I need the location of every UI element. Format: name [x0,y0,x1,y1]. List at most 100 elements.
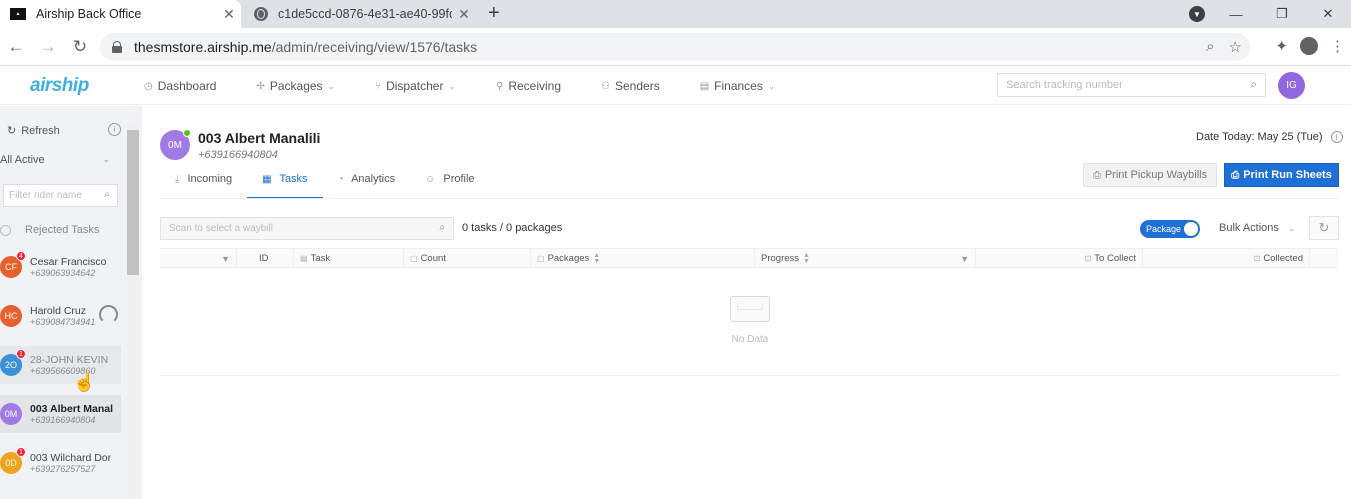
col-label: To Collect [1094,253,1136,264]
col-count[interactable]: ▢ Count [404,249,531,268]
minimize-icon[interactable]: — [1213,7,1259,22]
omnibox-actions: ⌕ ☆ [1206,38,1242,56]
rider-item[interactable]: 2O 1 28-JOHN KEVIN +639566609860 [0,346,121,384]
extensions-icon[interactable]: ✦ [1275,37,1288,55]
notification-badge: 1 [16,447,26,457]
info-icon[interactable]: i [108,123,121,136]
col-packages[interactable]: ▢ Packages ▲ ▼ [531,249,755,268]
filter-icon[interactable]: ▼ [221,254,230,264]
dashboard-icon: ◷ [144,80,153,92]
nav-dashboard[interactable]: ◷ Dashboard [144,79,216,93]
reload-table-button[interactable]: ↻ [1309,216,1339,240]
sort-icon[interactable]: ▲ ▼ [803,252,810,265]
rider-info: Harold Cruz +639084734941 [30,305,95,327]
tab-title: Airship Back Office [36,7,142,21]
new-tab-button[interactable]: + [488,2,500,25]
rider-item[interactable]: CF 4 Cesar Francisco +639063934642 [0,248,121,286]
col-to-collect[interactable]: ⊡ To Collect [976,249,1143,268]
notification-badge: 4 [16,251,26,261]
nav-packages[interactable]: ✢ Packages ⌄ [256,79,335,93]
user-avatar[interactable]: IG [1278,72,1305,99]
tab-tasks[interactable]: ▦ Tasks [247,164,323,199]
rejected-tasks-item[interactable]: Rejected Tasks [0,224,99,236]
avatar: 2O 1 [0,349,26,376]
account-icon[interactable] [1300,37,1318,55]
nav-senders[interactable]: ⚇ Senders [601,79,660,93]
rider-info: Cesar Francisco +639063934642 [30,256,106,278]
zoom-icon[interactable]: ⌕ [1206,38,1214,56]
packages-icon: ✢ [256,80,265,92]
rider-item-selected[interactable]: 0M 003 Albert Manal +639166940804 [0,395,121,433]
avatar: CF 4 [0,251,26,278]
tab-label: Profile [443,173,475,185]
star-icon[interactable]: ☆ [1229,38,1242,56]
tab-profile[interactable]: ☺ Profile [410,164,489,199]
rider-phone: +639084734941 [30,317,96,327]
reload-icon: ↻ [1318,220,1330,235]
tab-title: c1de5ccd-0876-4e31-ae40-99fc4 [278,7,452,21]
empty-state: No Data [160,268,1338,376]
hand-cursor-icon: ☝ [73,372,96,392]
airship-logo[interactable]: airship [30,75,89,97]
notification-badge: 1 [16,349,26,359]
package-toggle[interactable]: Package [1140,220,1200,238]
scrollbar-thumb[interactable] [127,130,139,275]
scan-waybill-input[interactable]: Scan to select a waybill ⌕ [160,217,454,240]
nav-receiving[interactable]: ⚲ Receiving [496,79,561,93]
status-filter-select[interactable]: All Active ⌄ [0,154,110,166]
main-nav: ◷ Dashboard ✢ Packages ⌄ ⑂ Dispatcher ⌄ … [144,67,815,105]
tabs-divider [160,198,1338,199]
rider-item[interactable]: HC Harold Cruz +639084734941 [0,297,121,335]
sidebar-scrollbar[interactable] [127,126,139,499]
tracking-search-input[interactable]: Search tracking number ⌕ [997,73,1266,97]
forward-icon[interactable]: → [32,37,64,57]
col-id[interactable]: ID [237,249,294,268]
rider-name: 003 Wilchard Dor [30,452,112,464]
col-filter[interactable]: ▼ [160,249,237,268]
print-run-sheets-button[interactable]: ⎙ Print Run Sheets [1224,163,1339,187]
task-icon: ▤ [300,254,308,263]
rider-item[interactable]: 0D 1 003 Wilchard Dor +639276257527 [0,444,121,482]
close-window-icon[interactable]: ✕ [1305,6,1351,22]
nav-finances[interactable]: ▤ Finances ⌄ [700,79,776,93]
chevron-down-icon: ⌄ [767,80,776,91]
col-collected[interactable]: ⊡ Collected [1143,249,1310,268]
bulk-actions-label: Bulk Actions [1219,222,1279,234]
refresh-button[interactable]: ↻ Refresh [7,124,60,138]
menu-icon[interactable]: ⋮ [1330,37,1345,55]
restore-icon[interactable]: ❐ [1259,6,1305,22]
col-label: Collected [1263,253,1303,264]
address-bar[interactable]: thesmstore.airship.me/admin/receiving/vi… [100,33,1250,61]
dispatcher-icon: ⑂ [375,80,382,92]
search-icon[interactable]: ⌕ [1250,77,1257,92]
reload-icon[interactable]: ↻ [64,37,96,57]
rider-filter-input[interactable]: Filter rider name ⌕ [3,184,118,207]
browser-tab-uuid[interactable]: c1de5ccd-0876-4e31-ae40-99fc4 ✕ [244,0,476,28]
back-icon[interactable]: ← [0,37,32,57]
rejected-radio-icon [0,224,11,236]
airship-favicon-icon: ▲ [10,8,26,20]
tab-incoming[interactable]: ⤓ Incoming [160,164,247,199]
nav-label: Packages [269,79,323,93]
nav-dispatcher[interactable]: ⑂ Dispatcher ⌄ [375,79,456,93]
col-task[interactable]: ▤ Task [294,249,404,268]
rider-tabs: ⤓ Incoming ▦ Tasks ◔ Analytics ☺ Profile [160,164,490,199]
search-placeholder: Search tracking number [1006,79,1123,91]
button-label: Print Run Sheets [1243,169,1332,181]
col-label: Count [420,253,446,264]
close-tab-icon[interactable]: ✕ [452,6,476,23]
col-progress[interactable]: Progress ▲ ▼ ▼ [755,249,976,268]
tab-analytics[interactable]: ◔ Analytics [323,164,411,199]
sort-icon[interactable]: ▲ ▼ [593,252,600,265]
close-tab-icon[interactable]: ✕ [217,6,241,23]
browser-tab-airship[interactable]: ▲ Airship Back Office ✕ [0,0,241,28]
bulk-actions-dropdown[interactable]: Bulk Actions ⌄ [1219,222,1296,234]
rider-phone: +639166940804 [198,149,278,161]
avatar: HC [0,305,22,327]
filter-icon[interactable]: ▼ [960,254,969,264]
print-pickup-waybills-button[interactable]: ⎙ Print Pickup Waybills [1083,163,1217,187]
rider-phone: +639166940804 [30,415,96,425]
info-icon[interactable]: i [1330,131,1343,143]
empty-text: No Data [731,334,769,345]
tab-search-icon[interactable]: ▼ [1189,6,1205,22]
